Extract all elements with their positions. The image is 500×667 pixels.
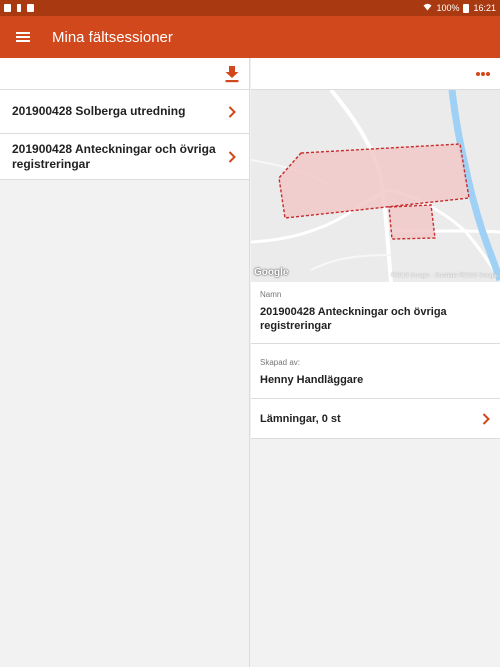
person-icon — [17, 4, 21, 12]
map-view[interactable]: Google ©2019 Google · Kartdata ©2019 Goo… — [251, 90, 500, 282]
clock: 16:21 — [473, 3, 496, 13]
session-label: 201900428 Anteckningar och övriga regist… — [12, 141, 216, 171]
page-title: Mina fältsessioner — [52, 28, 173, 46]
wifi-icon — [423, 3, 432, 13]
status-bar-notifications — [4, 4, 34, 12]
status-bar-system: 100% 16:21 — [423, 3, 496, 13]
battery-icon — [463, 3, 470, 13]
name-value: 201900428 Anteckningar och övriga regist… — [260, 306, 447, 332]
session-label: 201900428 Solberga utredning — [12, 104, 186, 118]
session-list: 201900428 Solberga utredning 201900428 A… — [0, 90, 249, 180]
remains-label: Lämningar, 0 st — [260, 412, 341, 425]
google-logo: Google — [254, 267, 289, 278]
chevron-right-icon — [228, 150, 236, 163]
session-list-pane: 201900428 Solberga utredning 201900428 A… — [0, 58, 250, 667]
session-list-toolbar — [0, 58, 249, 90]
remains-row[interactable]: Lämningar, 0 st — [251, 399, 500, 439]
chevron-right-icon — [482, 412, 490, 425]
battery-percent: 100% — [436, 3, 460, 13]
more-options-icon[interactable] — [475, 71, 491, 77]
list-item[interactable]: 201900428 Solberga utredning — [0, 90, 249, 134]
download-icon[interactable] — [224, 65, 240, 83]
download-notification-icon — [27, 4, 34, 12]
session-detail-toolbar — [251, 58, 500, 90]
list-item[interactable]: 201900428 Anteckningar och övriga regist… — [0, 134, 249, 180]
session-detail-pane: Google ©2019 Google · Kartdata ©2019 Goo… — [251, 58, 500, 667]
app-bar: Mina fältsessioner — [0, 16, 500, 58]
name-caption: Namn — [260, 290, 282, 299]
detail-name-card: Namn 201900428 Anteckningar och övriga r… — [251, 282, 500, 344]
map-canvas — [251, 90, 500, 282]
status-bar: 100% 16:21 — [0, 0, 500, 16]
map-attribution: ©2019 Google · Kartdata ©2019 Google — [390, 273, 498, 279]
creator-value: Henny Handläggare — [260, 374, 364, 386]
hamburger-menu-icon — [16, 32, 30, 42]
notification-icon — [4, 4, 11, 12]
menu-button[interactable] — [0, 16, 46, 58]
creator-caption: Skapad av: — [260, 358, 301, 367]
chevron-right-icon — [228, 105, 236, 118]
detail-creator-card: Skapad av: Henny Handläggare — [251, 344, 500, 399]
